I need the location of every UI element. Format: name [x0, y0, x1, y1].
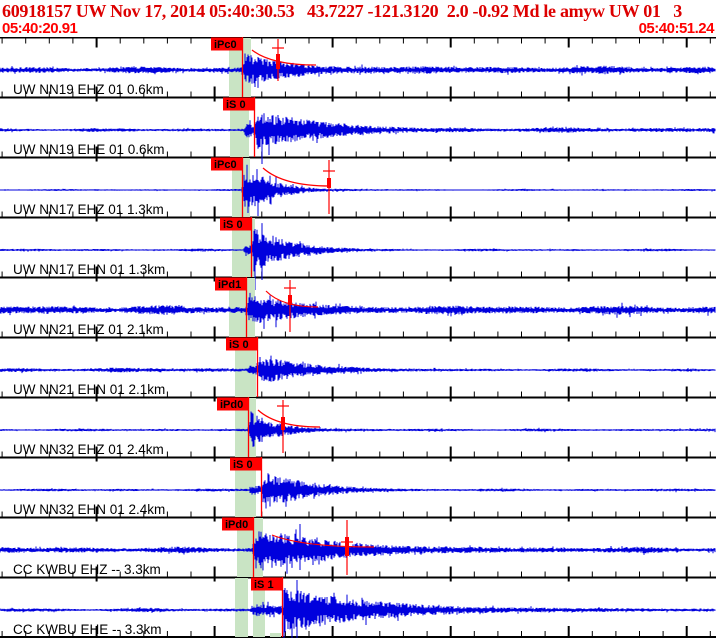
- window-start-time: 05:40:20.91: [2, 20, 78, 37]
- trace-panel-nn19-ehe[interactable]: iS 0 UW NN19 EHE 01 0.6km: [0, 97, 716, 164]
- trace-label: UW NN32 EHZ 01 2.4km: [13, 442, 164, 457]
- trace-panel-nn17-ehn[interactable]: iS 0 UW NN17 EHN 01 1.3km: [0, 217, 716, 290]
- phase-pick-label-text: iS 0: [233, 459, 253, 471]
- waveform-plot-area[interactable]: iPc0 UW NN19 EHZ 01 0.6km iS 0 UW NN19 EHE …: [0, 37, 716, 638]
- phase-pick-label-text: iS 0: [223, 219, 243, 231]
- coda-bar: [281, 417, 285, 430]
- phase-pick-label-text: iS 0: [226, 99, 246, 111]
- seismogram-viewer: 60918157 UW Nov 17, 2014 05:40:30.53 43.…: [0, 0, 716, 638]
- pick-window-band: [235, 578, 248, 637]
- coda-bar: [345, 537, 349, 556]
- trace-svg: iPc0 UW NN19 EHZ 01 0.6km: [0, 37, 716, 97]
- trace-label: UW NN21 EHN 01 2.1km: [13, 382, 165, 397]
- phase-pick-label-text: iS 1: [254, 579, 274, 591]
- trace-panel-nn32-ehn[interactable]: iS 0 UW NN32 EHN 01 2.4km: [0, 457, 716, 517]
- trace-svg: iPd0 UW NN32 EHZ 01 2.4km: [0, 397, 716, 457]
- trace-panel-kwbu-ehz[interactable]: iPd0 CC KWBU EHZ -- 3.3km: [0, 517, 716, 577]
- pick-window-footbar: [270, 633, 281, 637]
- trace-panel-nn21-ehz[interactable]: iPd1 UW NN21 EHZ 01 2.1km: [0, 277, 716, 337]
- trace-svg: iPc0 UW NN17 EHZ 01 1.3km: [0, 157, 716, 217]
- window-end-time: 05:40:51.24: [638, 20, 715, 37]
- trace-panel-nn19-ehz[interactable]: iPc0 UW NN19 EHZ 01 0.6km: [0, 37, 716, 97]
- trace-svg: iS 0 UW NN19 EHE 01 0.6km: [0, 97, 716, 164]
- trace-svg: iS 0 UW NN17 EHN 01 1.3km: [0, 217, 716, 290]
- phase-pick-label-text: iPd0: [225, 519, 248, 531]
- trace-label: UW NN21 EHZ 01 2.1km: [13, 322, 164, 337]
- phase-pick-label-text: iPc0: [214, 39, 237, 51]
- trace-svg: iPd1 UW NN21 EHZ 01 2.1km: [0, 277, 716, 337]
- trace-svg: iS 1 CC KWBU EHE -- 3.3km: [0, 577, 716, 638]
- waveform-trace: [0, 355, 716, 382]
- coda-decay-curve: [262, 167, 331, 187]
- trace-panel-kwbu-ehe[interactable]: iS 1 CC KWBU EHE -- 3.3km: [0, 577, 716, 638]
- trace-panel-nn17-ehz[interactable]: iPc0 UW NN17 EHZ 01 1.3km: [0, 157, 716, 217]
- trace-panel-nn21-ehn[interactable]: iS 0 UW NN21 EHN 01 2.1km: [0, 337, 716, 397]
- trace-panel-nn32-ehz[interactable]: iPd0 UW NN32 EHZ 01 2.4km: [0, 397, 716, 457]
- trace-label: UW NN17 EHN 01 1.3km: [13, 262, 165, 277]
- trace-label: CC KWBU EHE -- 3.3km: [13, 622, 162, 637]
- phase-pick-label-text: iPd1: [218, 279, 241, 291]
- trace-label: UW NN32 EHN 01 2.4km: [13, 502, 165, 517]
- trace-label: UW NN17 EHZ 01 1.3km: [13, 202, 164, 217]
- phase-pick-label-text: iPd0: [220, 399, 243, 411]
- trace-label: UW NN19 EHE 01 0.6km: [13, 142, 165, 157]
- coda-bar: [276, 54, 280, 69]
- trace-svg: iS 0 UW NN21 EHN 01 2.1km: [0, 337, 716, 397]
- phase-pick-label-text: iS 0: [229, 339, 249, 351]
- trace-label: CC KWBU EHZ -- 3.3km: [13, 562, 161, 577]
- trace-svg: iPd0 CC KWBU EHZ -- 3.3km: [0, 517, 716, 577]
- phase-pick-label-text: iPc0: [214, 159, 237, 171]
- trace-label: UW NN19 EHZ 01 0.6km: [13, 82, 164, 97]
- trace-svg: iS 0 UW NN32 EHN 01 2.4km: [0, 457, 716, 517]
- coda-bar: [288, 295, 292, 305]
- coda-bar: [327, 178, 331, 188]
- event-summary-line: 60918157 UW Nov 17, 2014 05:40:30.53 43.…: [2, 1, 682, 21]
